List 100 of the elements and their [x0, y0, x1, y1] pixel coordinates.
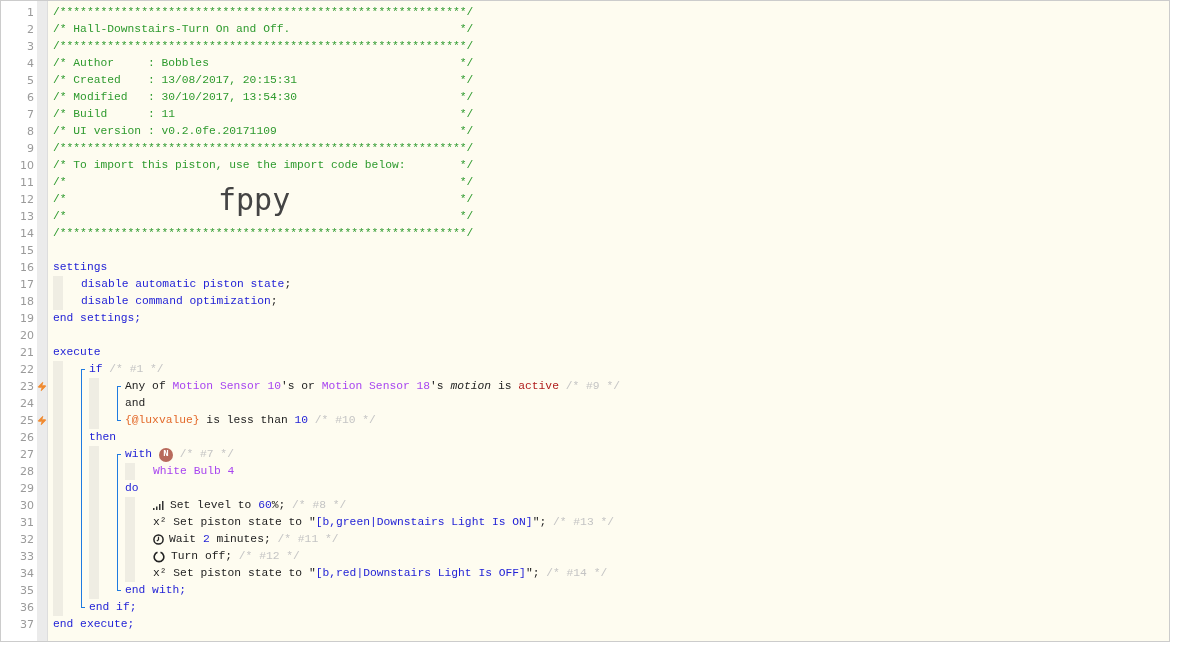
- line-number: 33: [19, 549, 35, 565]
- code-token: 's: [430, 379, 445, 395]
- header-comment: /************************************************************/: [53, 39, 474, 55]
- line-number: 35: [19, 583, 35, 599]
- comment-end: */: [459, 209, 474, 225]
- line-number: 25: [19, 413, 35, 429]
- line-number: 5: [26, 73, 35, 89]
- header-comment: /************************************************************/: [53, 226, 474, 242]
- header-comment: /* Build : 11: [53, 107, 176, 123]
- code-token: do: [125, 481, 139, 497]
- code-token: disable command optimization: [81, 294, 271, 310]
- line-number: 23: [19, 379, 35, 395]
- line-number: 7: [26, 107, 35, 123]
- line-number: 6: [26, 90, 35, 106]
- header-comment: /*: [53, 192, 67, 208]
- signal-bars-icon: [153, 501, 164, 510]
- code-token: if: [89, 362, 103, 378]
- code-token: Set level to: [170, 498, 253, 514]
- line-number: 28: [19, 464, 35, 480]
- comment-end: */: [459, 175, 474, 191]
- code-token: is less than: [205, 413, 289, 429]
- header-comment: /* To import this piston, use the import code below:: [53, 158, 406, 174]
- comment-end: */: [459, 56, 474, 72]
- line-number: 16: [19, 260, 35, 276]
- header-comment: /************************************************************/: [53, 5, 474, 21]
- code-token: and: [125, 396, 146, 412]
- header-comment: /************************************************************/: [53, 141, 474, 157]
- header-comment: /* Modified : 30/10/2017, 13:54:30: [53, 90, 298, 106]
- code-token: x² Set piston state to ": [153, 515, 316, 531]
- code-token: [b,green|Downstairs Light Is ON]: [315, 515, 533, 531]
- code-token: 's or: [280, 379, 316, 395]
- code-comment: /* #12 */: [238, 549, 300, 565]
- line-number: 1: [26, 5, 35, 21]
- comment-end: */: [459, 158, 474, 174]
- line-number: 4: [26, 56, 35, 72]
- line-number: 29: [19, 481, 35, 497]
- line-number: 9: [26, 141, 35, 157]
- comment-end: */: [459, 192, 474, 208]
- code-token: is: [496, 379, 513, 395]
- line-number: 31: [19, 515, 35, 531]
- code-token: end if;: [89, 600, 137, 616]
- line-number: 22: [19, 362, 35, 378]
- code-token: ;: [270, 294, 278, 310]
- clock-icon: [153, 534, 164, 545]
- line-number: 15: [19, 243, 35, 259]
- code-token: ";: [532, 515, 548, 531]
- comment-end: */: [459, 90, 474, 106]
- line-number: 2: [26, 22, 35, 38]
- line-number: 13: [19, 209, 35, 225]
- code-token: Motion Sensor 10: [172, 379, 281, 395]
- code-token: with: [125, 447, 154, 463]
- code-token: White Bulb 4: [153, 464, 235, 480]
- code-token: end settings;: [53, 311, 142, 327]
- code-comment: /* #11 */: [277, 532, 339, 548]
- line-number: 19: [19, 311, 35, 327]
- line-number: 37: [19, 617, 35, 633]
- code-token: ";: [525, 566, 541, 582]
- code-comment: /* #13 */: [553, 515, 614, 531]
- code-token: motion: [450, 379, 492, 395]
- line-number: 3: [26, 39, 35, 55]
- code-token: Motion Sensor 18: [321, 379, 431, 395]
- block-bracket: [117, 386, 121, 421]
- code-token: Turn off;: [171, 549, 233, 565]
- code-token: execute: [53, 345, 101, 361]
- line-number: 26: [19, 430, 35, 446]
- line-number: 32: [19, 532, 35, 548]
- line-number: 10: [19, 158, 35, 174]
- code-token: minutes;: [215, 532, 272, 548]
- code-token: end execute;: [53, 617, 135, 633]
- header-comment: /* UI version : v0.2.0fe.20171109: [53, 124, 277, 140]
- line-number: 20: [19, 328, 35, 344]
- line-number: 21: [19, 345, 35, 361]
- line-number: 14: [19, 226, 35, 242]
- code-token: active: [518, 379, 559, 395]
- device-badge: N: [158, 447, 173, 462]
- code-token: disable automatic piston state: [81, 277, 285, 293]
- code-comment: /* #1 */: [108, 362, 164, 378]
- line-number: 30: [19, 498, 35, 514]
- header-comment: /* Hall-Downstairs-Turn On and Off.: [53, 22, 291, 38]
- code-comment: /* #14 */: [546, 566, 608, 582]
- import-code: fppy: [218, 184, 291, 215]
- code-token: ;: [284, 277, 292, 293]
- code-token: 10: [294, 413, 309, 429]
- line-number: 12: [19, 192, 35, 208]
- line-number: 27: [19, 447, 35, 463]
- header-comment: /*: [53, 209, 67, 225]
- comment-end: */: [459, 107, 474, 123]
- code-token: {@luxvalue}: [125, 413, 200, 429]
- header-comment: /* Author : Bobbles: [53, 56, 209, 72]
- comment-end: */: [459, 22, 474, 38]
- line-number: 24: [19, 396, 35, 412]
- header-comment: /* Created : 13/08/2017, 20:15:31: [53, 73, 298, 89]
- header-comment: /*: [53, 175, 67, 191]
- comment-end: */: [459, 124, 474, 140]
- code-token: Wait: [169, 532, 198, 548]
- comment-end: */: [459, 73, 474, 89]
- code-token: x² Set piston state to ": [153, 566, 316, 582]
- line-number: 36: [19, 600, 35, 616]
- code-token: settings: [53, 260, 108, 276]
- code-token: [b,red|Downstairs Light Is OFF]: [315, 566, 526, 582]
